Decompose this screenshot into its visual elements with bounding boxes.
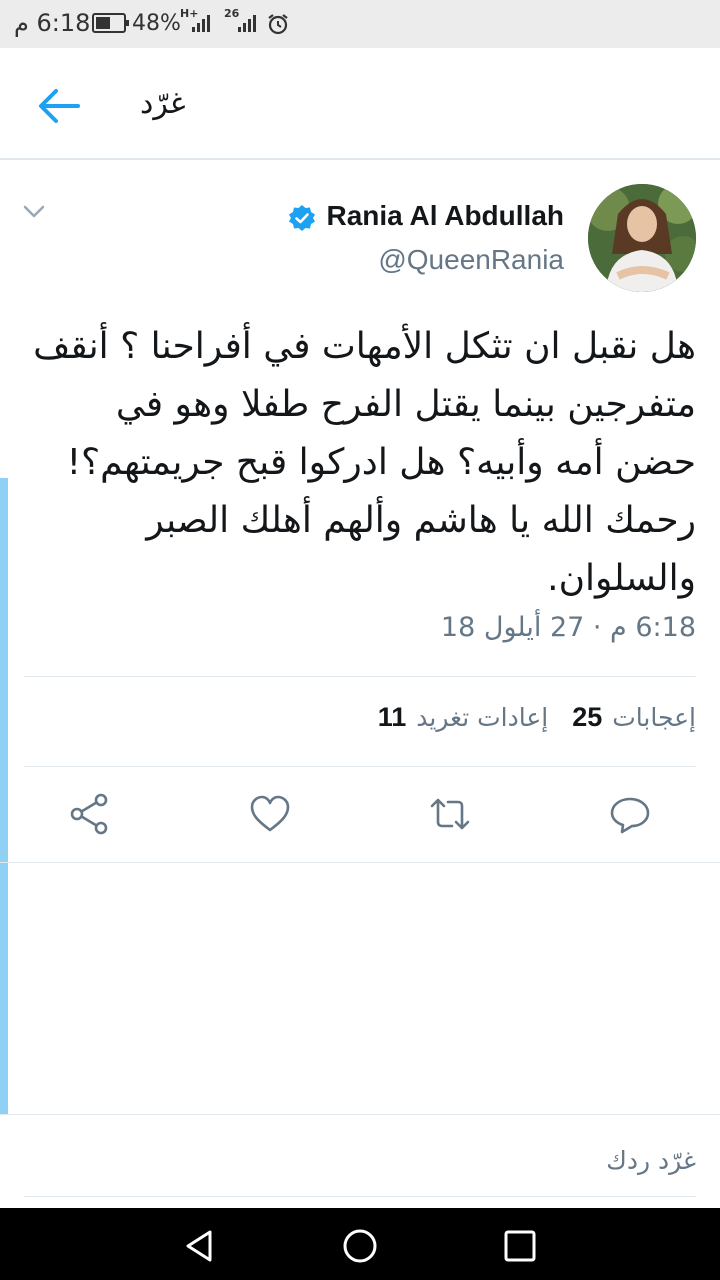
like-icon (250, 795, 290, 832)
avatar[interactable] (588, 184, 696, 292)
status-bar: 6:18 م 48% H+ 26 (0, 0, 720, 48)
retweet-button[interactable] (428, 792, 472, 836)
likes-count: 25 (572, 702, 603, 732)
signal-icon-secondary (238, 14, 256, 32)
divider (0, 862, 720, 863)
page-title: غرّد (140, 86, 186, 121)
reply-icon (610, 797, 650, 834)
nav-home-icon[interactable] (340, 1226, 380, 1266)
retweets-label: إعادات تغريد (416, 703, 549, 732)
system-nav-bar (0, 1208, 720, 1280)
share-button[interactable] (68, 792, 112, 836)
tweet-stats: 11 إعادات تغريد 25 إعجابات (378, 702, 696, 742)
tweet-text: هل نقبل ان تثكل الأمهات في أفراحنا ؟ أنق… (33, 326, 696, 599)
divider (24, 766, 696, 767)
like-button[interactable] (248, 792, 292, 836)
battery-percent: 48% (132, 11, 181, 36)
status-time: 6:18 م (14, 9, 91, 37)
nav-recents-icon[interactable] (500, 1226, 540, 1266)
likes-stat[interactable]: 25 إعجابات (572, 702, 696, 733)
verified-badge-icon (289, 205, 315, 231)
reply-input[interactable]: غرّد ردك (606, 1146, 696, 1175)
chevron-down-icon[interactable] (22, 204, 46, 220)
scroll-accent-bar (0, 478, 8, 1114)
display-name[interactable]: Rania Al Abdullah (327, 200, 565, 232)
share-icon (70, 793, 108, 835)
retweets-count: 11 (377, 702, 407, 732)
avatar-image (588, 184, 696, 292)
tweet-timestamp: 6:18 م · 27 أيلول 18 (440, 612, 696, 643)
retweet-icon (430, 798, 470, 830)
reply-button[interactable] (608, 792, 652, 836)
nav-back-icon[interactable] (180, 1226, 220, 1266)
battery-icon (92, 13, 129, 33)
divider (24, 1196, 696, 1197)
divider (0, 1114, 720, 1115)
arrow-left-icon[interactable] (36, 86, 82, 126)
signal-icon (192, 14, 210, 32)
alarm-icon (268, 14, 288, 35)
app-header: غرّد (0, 48, 720, 160)
retweets-stat[interactable]: 11 إعادات تغريد (378, 702, 548, 733)
user-handle[interactable]: @QueenRania (378, 244, 564, 276)
likes-label: إعجابات (612, 703, 696, 732)
divider (24, 676, 696, 677)
